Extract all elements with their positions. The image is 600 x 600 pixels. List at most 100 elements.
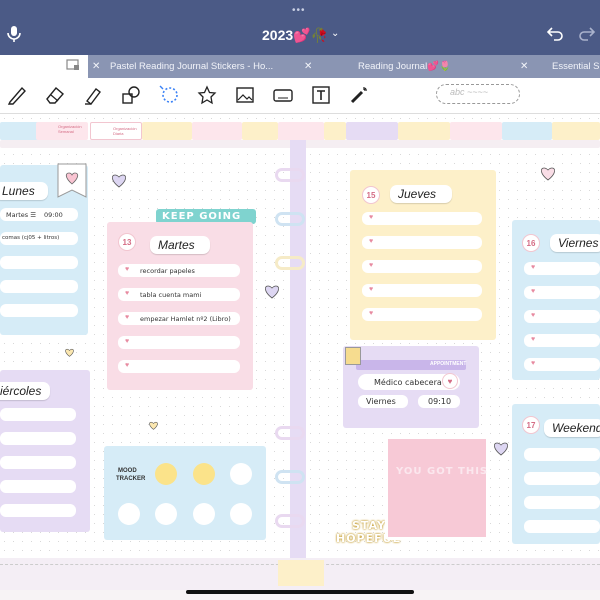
laser-pointer-icon[interactable] [348, 84, 370, 106]
entry-line[interactable] [524, 262, 600, 275]
entry-line[interactable] [362, 308, 482, 321]
entry-line[interactable] [524, 334, 600, 347]
mood-day-face[interactable] [155, 463, 177, 485]
sticker-icon[interactable] [196, 84, 218, 106]
entry-line[interactable] [524, 496, 600, 509]
bullet-heart-icon: ♥ [125, 362, 130, 369]
ribbon-pink-2[interactable] [450, 122, 502, 140]
window-icon[interactable] [66, 59, 80, 71]
home-indicator[interactable] [186, 590, 414, 594]
entry-line[interactable] [524, 520, 600, 533]
entry-line[interactable] [524, 358, 600, 371]
day-label-miercoles: iércoles [0, 382, 50, 400]
entry-line[interactable] [0, 408, 76, 421]
ribbon-daily[interactable]: Organización Diaria [90, 122, 142, 140]
entry-line[interactable] [362, 236, 482, 249]
mood-day-face[interactable] [193, 463, 215, 485]
redo-icon[interactable] [578, 26, 596, 42]
heart-icon [149, 421, 158, 430]
ribbon-yellow-2[interactable] [242, 122, 278, 140]
entry-line[interactable] [0, 504, 76, 517]
entry-line[interactable] [0, 480, 76, 493]
highlighter-icon[interactable] [82, 84, 104, 106]
mood-tracker[interactable] [104, 446, 266, 540]
binder-ring [275, 470, 305, 484]
tab-stickers[interactable]: ✕ Pastel Reading Journal Stickers - Ho..… [88, 55, 300, 78]
tab-essential[interactable]: ✕ Essential S [516, 55, 600, 78]
entry-line[interactable] [524, 472, 600, 485]
ribbon-weekly-label: Organización Semanal [58, 124, 82, 134]
ribbon-right-yellow[interactable] [324, 122, 346, 140]
bullet-heart-icon: ♥ [125, 266, 130, 273]
ribbon-lavender[interactable] [346, 122, 398, 140]
entry-line[interactable] [362, 284, 482, 297]
ribbon-blue-2[interactable] [502, 122, 552, 140]
multitask-dots[interactable]: ••• [292, 5, 306, 16]
mood-day-empty[interactable] [155, 503, 177, 525]
heart-icon [65, 348, 74, 357]
eraser-icon[interactable] [44, 84, 66, 106]
keep-going-text: KEEP GOING [162, 211, 242, 222]
entry-line[interactable] [0, 304, 78, 317]
mood-day-empty[interactable] [193, 503, 215, 525]
bullet-heart-icon: ♥ [125, 290, 130, 297]
bullet-heart-icon: ♥ [531, 264, 536, 271]
bottom-center-tab [278, 560, 324, 586]
text-icon[interactable] [310, 84, 332, 106]
bullet-heart-icon: ♥ [125, 314, 130, 321]
entry-line[interactable] [524, 448, 600, 461]
ribbon-pink[interactable] [192, 122, 242, 140]
you-got-this-text: YOU GOT THIS [396, 466, 489, 477]
bullet-heart-icon: ♥ [531, 312, 536, 319]
appointment-time: 09:10 [428, 397, 452, 406]
mood-day-empty[interactable] [230, 503, 252, 525]
bullet-heart-icon: ♥ [369, 214, 374, 221]
shapes-icon[interactable] [120, 84, 142, 106]
entry-line[interactable] [0, 256, 78, 269]
appointment-who: Médico cabecera [374, 378, 442, 387]
ribbon-yellow-3[interactable] [398, 122, 450, 140]
entry-line[interactable] [0, 432, 76, 445]
ribbon-yellow[interactable] [142, 122, 192, 140]
microphone-icon[interactable] [6, 25, 22, 43]
bookmark-tab [345, 347, 361, 365]
tab-current[interactable] [0, 55, 88, 78]
mood-day-empty[interactable] [230, 463, 252, 485]
pen-icon[interactable] [6, 84, 28, 106]
entry-line[interactable] [0, 280, 78, 293]
image-icon[interactable] [234, 84, 256, 106]
heart-icon: ♥ [442, 373, 458, 389]
entry-line[interactable] [118, 360, 240, 373]
app-window: ••• 2023💕🥀 ⌄ ✕ Pastel Reading Journal St… [0, 0, 600, 600]
entry-line[interactable] [362, 260, 482, 273]
entry-line[interactable] [524, 310, 600, 323]
entry-line[interactable] [118, 336, 240, 349]
tab-label: Reading Journal💕🌷 [358, 61, 451, 72]
entry-line[interactable] [0, 456, 76, 469]
ribbon-weekly[interactable]: Organización Semanal [36, 122, 88, 140]
mood-title-2: TRACKER [116, 476, 146, 482]
close-icon[interactable]: ✕ [92, 55, 100, 78]
you-got-this-sticker[interactable] [385, 436, 489, 540]
close-icon[interactable]: ✕ [520, 55, 528, 78]
binder-ring [275, 256, 305, 270]
heart-bookmark-icon [57, 163, 87, 198]
tab-reading-journal[interactable]: ✕ Reading Journal💕🌷 [300, 55, 516, 78]
tab-label: Essential S [552, 61, 600, 72]
day-number: 16 [522, 234, 540, 252]
chevron-down-icon[interactable]: ⌄ [331, 28, 339, 39]
entry-line[interactable] [524, 286, 600, 299]
bullet-heart-icon: ♥ [531, 360, 536, 367]
entry-line[interactable] [362, 212, 482, 225]
binder-ring [275, 514, 305, 528]
lasso-icon[interactable] [158, 84, 180, 106]
close-icon[interactable]: ✕ [304, 55, 312, 78]
bullet-heart-icon: ♥ [531, 288, 536, 295]
document-title[interactable]: 2023💕🥀 [262, 27, 328, 44]
mood-day-empty[interactable] [118, 503, 140, 525]
undo-icon[interactable] [546, 26, 564, 42]
ribbon-yellow-4[interactable] [552, 122, 600, 140]
keyboard-icon[interactable] [272, 84, 294, 106]
entry-text: comas (cj05 + litros) [2, 235, 60, 241]
entry-time: 09:00 [44, 211, 63, 219]
